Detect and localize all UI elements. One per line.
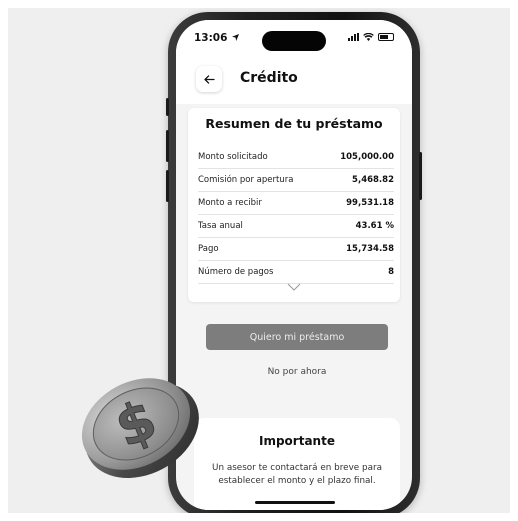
phone-volume-up-button <box>166 130 169 162</box>
row-value: 8 <box>388 267 394 277</box>
not-now-link[interactable]: No por ahora <box>176 367 412 377</box>
summary-title: Resumen de tu préstamo <box>205 116 383 131</box>
home-indicator <box>255 501 335 504</box>
request-loan-button[interactable]: Quiero mi préstamo <box>206 324 388 350</box>
location-arrow-icon <box>232 34 240 41</box>
row-label: Número de pagos <box>198 267 274 277</box>
important-text: Un asesor te contactará en breve para es… <box>212 463 382 486</box>
page-title: Crédito <box>240 70 298 86</box>
row-label: Tasa anual <box>198 221 243 231</box>
battery-icon <box>378 33 394 41</box>
row-value: 5,468.82 <box>352 175 394 185</box>
summary-row: Monto solicitado 105,000.00 <box>198 146 394 169</box>
status-bar: 13:06 <box>176 20 412 60</box>
loan-summary-card: Resumen de tu préstamo Monto solicitado … <box>188 108 400 302</box>
phone-action-button <box>166 98 169 116</box>
phone-power-button <box>419 152 422 200</box>
row-value: 105,000.00 <box>340 152 394 162</box>
summary-row: Pago 15,734.58 <box>198 238 394 261</box>
important-card: Importante Un asesor te contactará en br… <box>194 418 400 510</box>
row-label: Pago <box>198 244 219 254</box>
phone-volume-down-button <box>166 170 169 202</box>
summary-row: Comisión por apertura 5,468.82 <box>198 169 394 192</box>
summary-rows: Monto solicitado 105,000.00 Comisión por… <box>198 146 394 284</box>
dynamic-island <box>262 31 326 51</box>
status-time: 13:06 <box>194 32 240 44</box>
status-time-text: 13:06 <box>194 32 228 44</box>
chevron-down-icon[interactable] <box>287 283 301 291</box>
row-label: Monto solicitado <box>198 152 268 162</box>
signal-icon <box>348 33 359 41</box>
row-value: 43.61 % <box>355 221 394 231</box>
dollar-coin-icon: $ <box>81 378 199 478</box>
arrow-left-icon <box>203 74 215 84</box>
summary-row: Tasa anual 43.61 % <box>198 215 394 238</box>
important-title: Importante <box>259 434 335 448</box>
phone-screen: 13:06 Crédito Resumen de tu préstamo Mon… <box>176 20 412 510</box>
summary-row: Monto a recibir 99,531.18 <box>198 192 394 215</box>
status-icons <box>348 33 394 41</box>
summary-row: Número de pagos 8 <box>198 261 394 284</box>
row-label: Comisión por apertura <box>198 175 294 185</box>
background: 13:06 Crédito Resumen de tu préstamo Mon… <box>8 8 510 513</box>
back-button[interactable] <box>196 66 222 92</box>
wifi-icon <box>363 33 374 41</box>
row-value: 15,734.58 <box>346 244 394 254</box>
row-label: Monto a recibir <box>198 198 262 208</box>
app-header: Crédito <box>176 60 412 104</box>
row-value: 99,531.18 <box>346 198 394 208</box>
